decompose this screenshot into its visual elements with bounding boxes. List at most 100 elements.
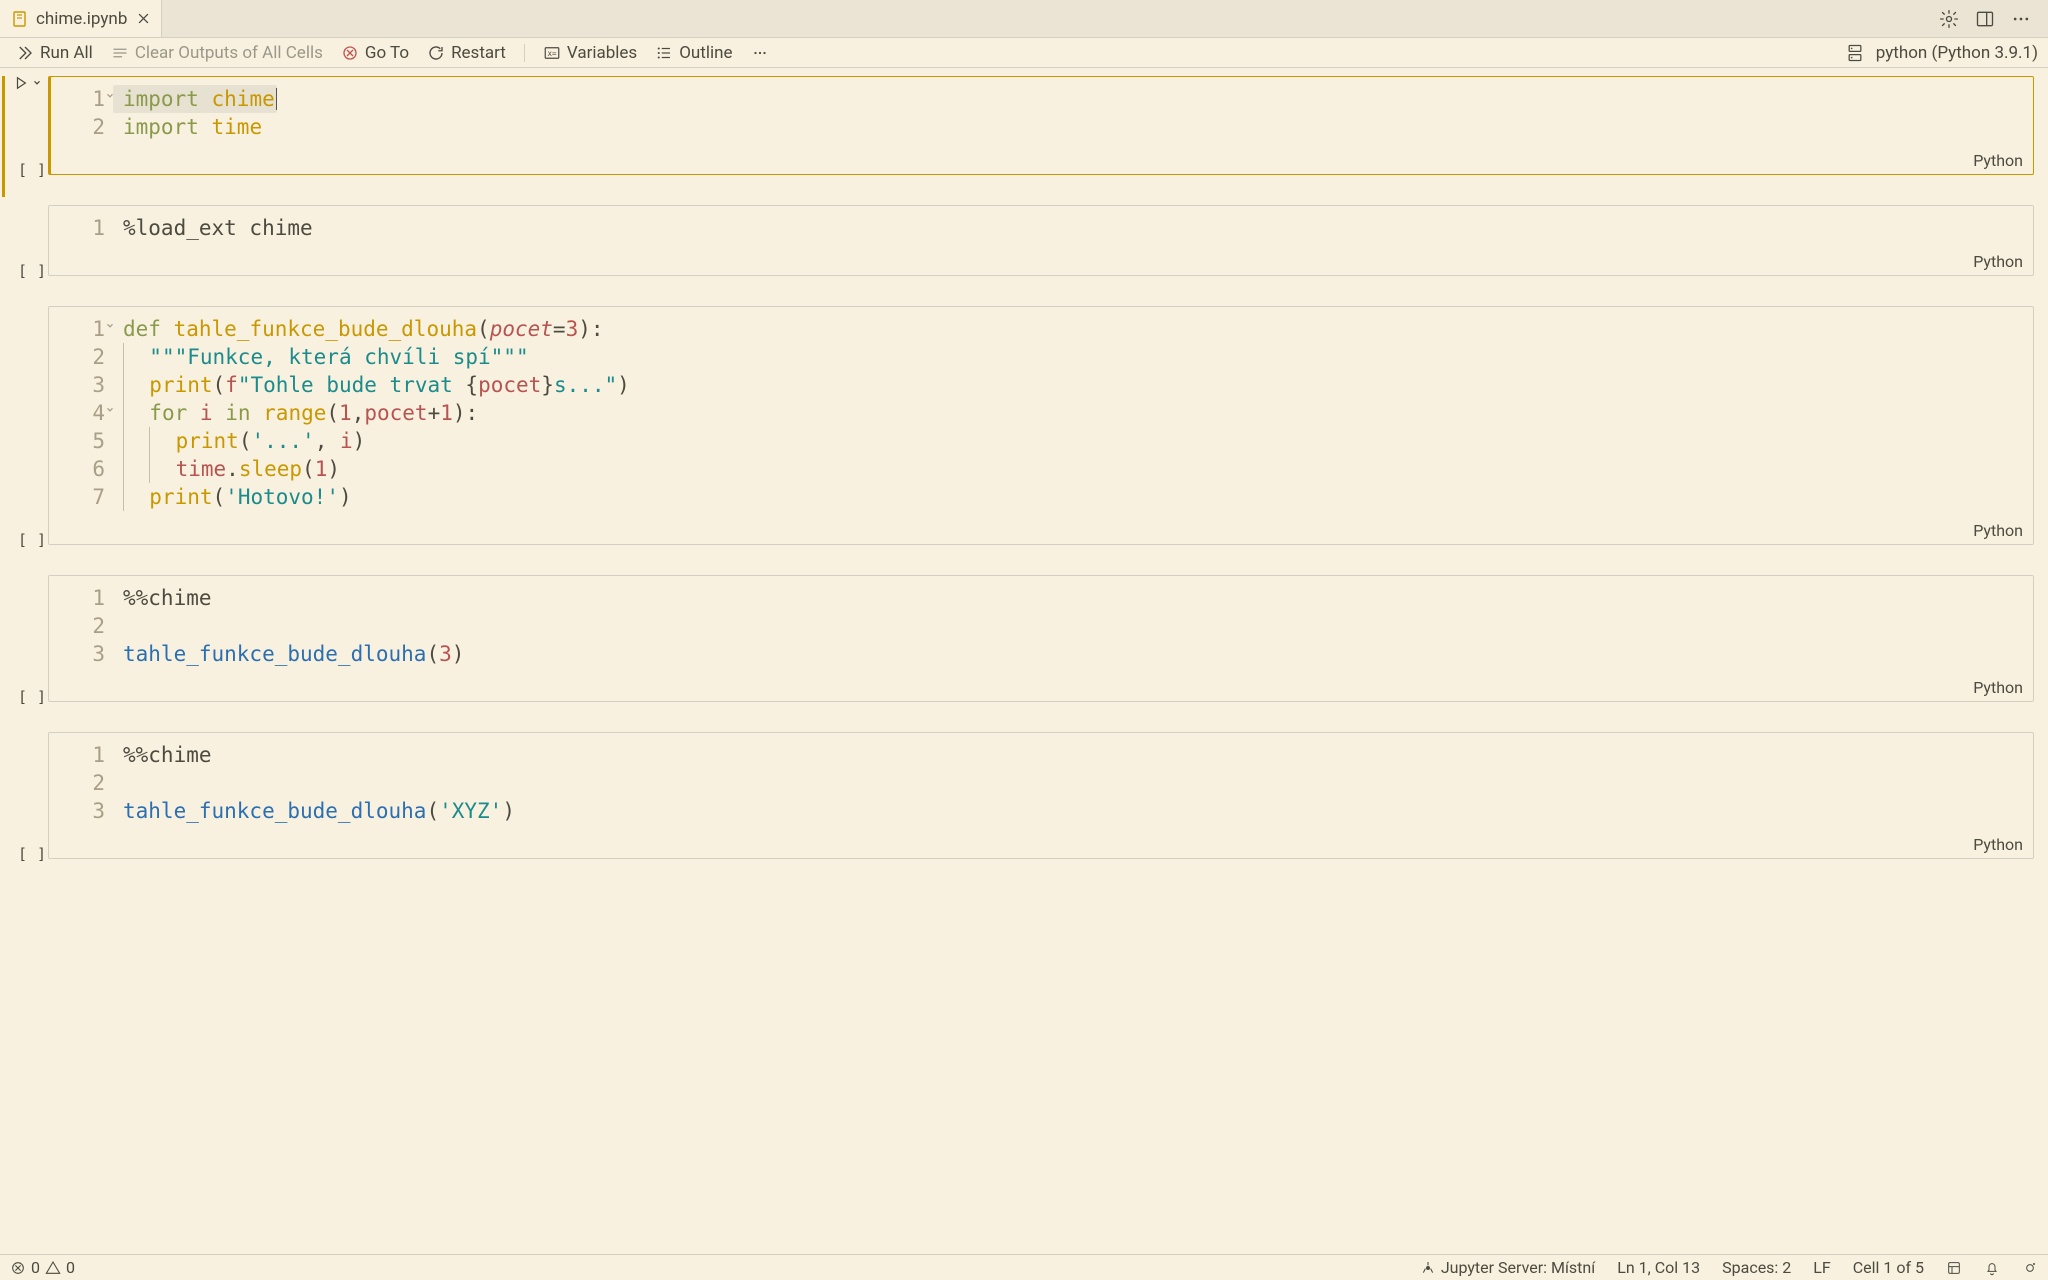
variables-icon: x= — [543, 44, 561, 62]
line-number: 1 — [49, 741, 113, 769]
more-icon[interactable] — [2010, 8, 2032, 30]
code-line[interactable]: print(f"Tohle bude trvat {pocet}s...") — [113, 371, 630, 399]
code-line[interactable]: %load_ext chime — [113, 214, 313, 242]
cell-editor[interactable]: 1%load_ext chimePython — [48, 205, 2034, 276]
restart-icon — [427, 44, 445, 62]
code-line[interactable]: """Funkce, která chvíli spí""" — [113, 343, 529, 371]
cell-editor[interactable]: 1%%chime23tahle_funkce_bude_dlouha('XYZ'… — [48, 732, 2034, 859]
line-number: 1 — [49, 315, 113, 343]
cell-editor[interactable]: 1def tahle_funkce_bude_dlouha(pocet=3):2… — [48, 306, 2034, 545]
code-line[interactable]: tahle_funkce_bude_dlouha('XYZ') — [113, 797, 515, 825]
cell-gutter: [ ] — [0, 76, 48, 175]
line-number: 5 — [49, 427, 113, 455]
cell-gutter: [ ] — [0, 306, 48, 545]
tab-bar: chime.ipynb — [0, 0, 2048, 38]
text-cursor — [276, 88, 278, 110]
clear-outputs-label: Clear Outputs of All Cells — [135, 43, 323, 63]
cell-gutter: [ ] — [0, 575, 48, 702]
notebook-body: [ ]1import chime2import timePython[ ]1%l… — [0, 68, 2048, 1254]
run-all-icon — [16, 44, 34, 62]
code-line[interactable]: tahle_funkce_bude_dlouha(3) — [113, 640, 464, 668]
restart-button[interactable]: Restart — [421, 41, 512, 65]
cell-editor[interactable]: 1%%chime23tahle_funkce_bude_dlouha(3) Pyt… — [48, 575, 2034, 702]
gear-icon[interactable] — [1938, 8, 1960, 30]
line-number: 4 — [49, 399, 113, 427]
code-line[interactable] — [113, 769, 123, 797]
cell-gutter: [ ] — [0, 205, 48, 276]
code-cell[interactable]: [ ]1def tahle_funkce_bude_dlouha(pocet=3… — [0, 306, 2048, 545]
code-line[interactable]: print('...', i) — [113, 427, 365, 455]
code-line[interactable]: %%chime — [113, 741, 212, 769]
tab-title: chime.ipynb — [36, 9, 127, 29]
toolbar-divider — [524, 44, 525, 62]
code-cell[interactable]: [ ]1%%chime23tahle_funkce_bude_dlouha('X… — [0, 732, 2048, 859]
code-line[interactable]: %%chime — [113, 584, 212, 612]
code-line[interactable]: for i in range(1,pocet+1): — [113, 399, 478, 427]
line-number: 3 — [49, 640, 113, 668]
outline-label: Outline — [679, 43, 732, 63]
bell-icon[interactable] — [1984, 1260, 2000, 1276]
customize-layout-icon[interactable] — [1946, 1260, 1962, 1276]
goto-button[interactable]: Go To — [335, 41, 415, 65]
jupyter-indicator-icon[interactable] — [2022, 1260, 2038, 1276]
error-count: 0 — [31, 1258, 40, 1277]
code-cell[interactable]: [ ]1%%chime23tahle_funkce_bude_dlouha(3)… — [0, 575, 2048, 702]
code-line[interactable]: time.sleep(1) — [113, 455, 340, 483]
clear-outputs-button[interactable]: Clear Outputs of All Cells — [105, 41, 329, 65]
line-number: 3 — [49, 371, 113, 399]
fold-chevron-icon[interactable] — [105, 405, 117, 417]
notebook-toolbar: Run All Clear Outputs of All Cells Go To… — [0, 38, 2048, 68]
run-all-button[interactable]: Run All — [10, 41, 99, 65]
execution-count: [ ] — [18, 688, 47, 706]
cell-language-label[interactable]: Python — [49, 149, 2033, 174]
line-number: 2 — [49, 113, 113, 141]
code-line[interactable]: import chime — [113, 85, 277, 113]
cell-language-label[interactable]: Python — [49, 833, 2033, 858]
code-cell[interactable]: [ ]1import chime2import timePython — [0, 76, 2048, 175]
execution-count: [ ] — [18, 161, 47, 179]
tab-chime[interactable]: chime.ipynb — [0, 0, 162, 37]
cell-position[interactable]: Cell 1 of 5 — [1853, 1258, 1924, 1277]
variables-button[interactable]: x= Variables — [537, 41, 643, 65]
server-icon[interactable] — [1844, 42, 1866, 64]
goto-icon — [341, 44, 359, 62]
code-line[interactable] — [113, 612, 123, 640]
toolbar-more-button[interactable] — [745, 42, 775, 64]
line-number: 3 — [49, 797, 113, 825]
status-bar: 0 0 Jupyter Server: Místní Ln 1, Col 13 … — [0, 1254, 2048, 1280]
split-panel-icon[interactable] — [1974, 8, 1996, 30]
run-cell-button[interactable] — [14, 76, 42, 90]
run-all-label: Run All — [40, 43, 93, 63]
line-number: 7 — [49, 483, 113, 511]
line-number: 2 — [49, 612, 113, 640]
warning-count: 0 — [66, 1258, 75, 1277]
execution-count: [ ] — [18, 262, 47, 280]
fold-chevron-icon[interactable] — [105, 321, 117, 333]
svg-text:x=: x= — [547, 49, 557, 58]
line-number: 2 — [49, 343, 113, 371]
fold-chevron-icon[interactable] — [105, 91, 117, 103]
execution-count: [ ] — [18, 845, 47, 863]
code-cell[interactable]: [ ]1%load_ext chimePython — [0, 205, 2048, 276]
cell-editor[interactable]: 1import chime2import timePython — [48, 76, 2034, 175]
more-icon — [751, 44, 769, 62]
notebook-icon — [12, 11, 28, 27]
kernel-selector[interactable]: python (Python 3.9.1) — [1876, 43, 2038, 63]
indent-spaces[interactable]: Spaces: 2 — [1722, 1258, 1791, 1277]
jupyter-server-status[interactable]: Jupyter Server: Místní — [1420, 1258, 1595, 1277]
clear-outputs-icon — [111, 44, 129, 62]
code-line[interactable]: print('Hotovo!') — [113, 483, 352, 511]
cell-language-label[interactable]: Python — [49, 250, 2033, 275]
line-number: 1 — [49, 584, 113, 612]
outline-icon — [655, 44, 673, 62]
code-line[interactable]: def tahle_funkce_bude_dlouha(pocet=3): — [113, 315, 604, 343]
outline-button[interactable]: Outline — [649, 41, 738, 65]
close-icon[interactable] — [135, 11, 151, 27]
problems-button[interactable]: 0 0 — [10, 1258, 75, 1277]
cell-language-label[interactable]: Python — [49, 519, 2033, 544]
code-line[interactable]: import time — [113, 113, 262, 141]
variables-label: Variables — [567, 43, 637, 63]
cursor-position[interactable]: Ln 1, Col 13 — [1617, 1258, 1700, 1277]
cell-language-label[interactable]: Python — [49, 676, 2033, 701]
eol-indicator[interactable]: LF — [1813, 1258, 1830, 1277]
